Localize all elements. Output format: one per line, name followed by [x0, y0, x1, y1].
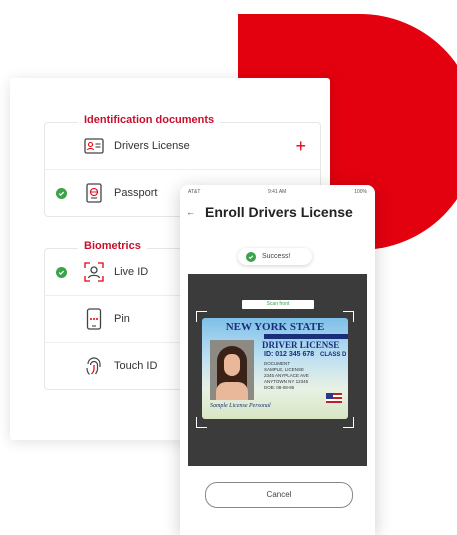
battery-text: 100%	[354, 189, 367, 195]
scan-frame: NEW YORK STATE DRIVER LICENSE Sample Lic…	[196, 311, 354, 428]
success-badge: Success!	[238, 248, 312, 265]
camera-viewfinder: Scan front NEW YORK STATE DRIVER LICENSE…	[188, 274, 367, 466]
phone-enroll-screen: AT&T 9:41 AM 100% ← Enroll Drivers Licen…	[180, 185, 375, 535]
license-band	[264, 334, 348, 339]
license-type: DRIVER LICENSE	[262, 340, 340, 350]
passport-label: Passport	[114, 187, 158, 199]
biometrics-section-title: Biometrics	[78, 240, 147, 252]
license-id: ID: 012 345 678	[264, 351, 315, 358]
back-arrow-icon[interactable]: ←	[186, 207, 195, 217]
add-icon[interactable]: +	[295, 137, 306, 155]
flag-icon	[326, 393, 342, 403]
check-icon	[56, 187, 67, 199]
touch-id-label: Touch ID	[114, 360, 158, 372]
license-class: CLASS D	[320, 352, 347, 358]
pin-label: Pin	[114, 313, 130, 325]
license-photo	[210, 340, 254, 400]
drivers-license-label: Drivers License	[114, 140, 190, 152]
face-scan-icon	[82, 260, 106, 284]
passport-icon	[82, 181, 106, 205]
license-signature: Sample License Personal	[210, 403, 271, 409]
list-item-drivers-license[interactable]: Drivers License +	[45, 123, 320, 170]
fingerprint-icon	[82, 354, 106, 378]
license-details: DOCUMENT SAMPLE, LICENSE 2345 ANYPLACE A…	[264, 361, 309, 390]
drivers-license-card-image: NEW YORK STATE DRIVER LICENSE Sample Lic…	[202, 318, 348, 419]
check-icon	[246, 251, 256, 262]
check-icon	[56, 266, 67, 278]
scan-front-label: Scan front	[242, 300, 314, 309]
status-time: 9:41 AM	[268, 189, 287, 195]
success-text: Success!	[262, 253, 291, 260]
status-bar: AT&T 9:41 AM 100%	[188, 189, 367, 197]
license-state: NEW YORK STATE	[225, 321, 325, 333]
page-title: Enroll Drivers License	[205, 204, 353, 220]
cancel-button[interactable]: Cancel	[205, 482, 353, 508]
carrier-text: AT&T	[188, 189, 201, 195]
id-card-icon	[82, 134, 106, 158]
live-id-label: Live ID	[114, 266, 149, 278]
pin-phone-icon	[82, 307, 106, 331]
identification-section-title: Identification documents	[78, 114, 221, 126]
